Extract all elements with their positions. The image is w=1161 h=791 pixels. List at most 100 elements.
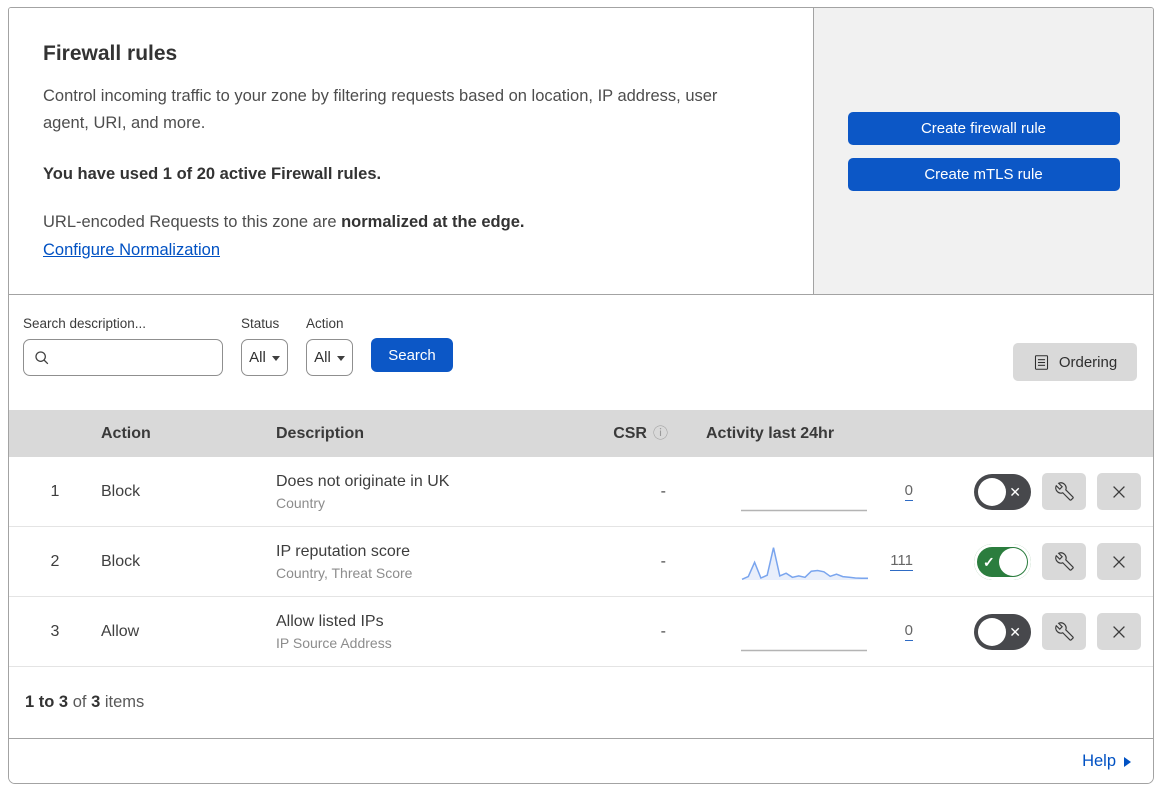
intro-section: Firewall rules Control incoming traffic … [9,8,1153,295]
arrow-right-icon [1124,757,1131,767]
rule-activity-cell: 111 [668,542,913,582]
toggle-knob [978,477,1006,506]
page-description: Control incoming traffic to your zone by… [43,87,718,132]
ordering-button-label: Ordering [1058,353,1118,371]
normalization-text: URL-encoded Requests to this zone are no… [43,213,773,232]
rule-action: Block [101,552,141,570]
table-row: 2 Block IP reputation score Country, Thr… [9,527,1153,597]
csr-column-header: CSR ⓘ [613,424,668,442]
usage-summary: You have used 1 of 20 active Firewall ru… [43,165,382,184]
action-filter-group: Action All [306,316,353,376]
filter-bar: Search description... Status All Action … [9,295,1153,410]
items-label: items [104,693,145,711]
rule-description: IP reputation score [276,542,411,560]
action-column-header: Action [101,424,151,442]
activity-count-link[interactable]: 111 [890,552,913,571]
items-range: 1 to 3 [25,693,69,711]
close-icon [1113,625,1125,638]
close-icon [1113,555,1125,568]
chevron-down-icon [271,355,280,361]
description-column-header: Description [276,424,365,442]
activity-sparkline [741,509,867,511]
rule-fields: IP Source Address [276,634,392,651]
normalization-bold: normalized at the edge. [341,213,525,232]
search-label: Search description... [23,316,147,331]
activity-sparkline [741,547,868,580]
rule-description-cell: IP reputation score Country, Threat Scor… [276,543,596,581]
rule-action: Allow [101,622,140,640]
rule-controls: ✓ ✕ [913,543,1153,580]
of-label: of [72,693,87,711]
help-link[interactable]: Help [1082,752,1116,771]
actions-panel: Create firewall rule Create mTLS rule [814,8,1153,294]
rule-action: Block [101,482,141,500]
rule-csr-value: - [660,482,666,500]
rule-description: Allow listed IPs [276,612,384,630]
action-label: Action [306,316,344,331]
edit-rule-button[interactable] [1042,473,1086,510]
delete-rule-button[interactable] [1097,473,1141,510]
status-filter-group: Status All [241,316,288,376]
page-title: Firewall rules [43,42,178,65]
delete-rule-button[interactable] [1097,543,1141,580]
ordering-button[interactable]: Ordering [1013,343,1137,381]
toggle-knob [978,617,1006,646]
activity-count-link[interactable]: 0 [904,482,913,501]
wrench-icon [1054,622,1074,641]
table-row: 3 Allow Allow listed IPs IP Source Addre… [9,597,1153,667]
configure-normalization-link[interactable]: Configure Normalization [43,241,220,259]
ordering-list-icon [1034,354,1048,370]
edit-rule-button[interactable] [1042,613,1086,650]
rule-enabled-toggle[interactable]: ✓ ✕ [974,473,1031,510]
table-header: Action Description CSR ⓘ Activity last 2… [9,410,1153,457]
toggle-knob [999,547,1027,576]
rule-fields: Country [276,494,326,511]
search-input-box[interactable] [23,339,223,376]
table-row: 1 Block Does not originate in UK Country… [9,457,1153,527]
normalization-prefix: URL-encoded Requests to this zone are [43,213,342,232]
action-selected-value: All [314,349,331,366]
rule-fields: Country, Threat Score [276,564,413,581]
intro-text-panel: Firewall rules Control incoming traffic … [9,8,814,294]
rule-enabled-toggle[interactable]: ✓ ✕ [974,613,1031,650]
rule-index: 1 [50,482,60,500]
check-icon: ✓ [983,553,995,570]
rule-activity-cell: 0 [668,472,913,512]
create-firewall-rule-button[interactable]: Create firewall rule [847,111,1120,145]
search-description-input[interactable] [51,348,213,367]
activity-sparkline [741,649,867,651]
rule-controls: ✓ ✕ [913,613,1153,650]
search-field-group: Search description... [23,316,223,376]
wrench-icon [1054,482,1074,501]
rule-description: Does not originate in UK [276,472,450,490]
rule-controls: ✓ ✕ [913,473,1153,510]
items-total: 3 [91,693,101,711]
rule-description-cell: Allow listed IPs IP Source Address [276,613,596,651]
rule-index: 2 [50,552,60,570]
x-icon: ✕ [1009,623,1021,640]
search-button[interactable]: Search [371,338,453,372]
search-icon [35,350,49,364]
rule-activity-cell: 0 [668,612,913,652]
rule-csr-value: - [660,622,666,640]
activity-count-link[interactable]: 0 [904,622,913,641]
info-icon[interactable]: ⓘ [653,426,668,441]
status-selected-value: All [249,349,266,366]
create-mtls-rule-button[interactable]: Create mTLS rule [847,157,1120,191]
status-label: Status [241,316,280,331]
close-icon [1113,485,1125,498]
pagination-summary: 1 to 3 of 3 items [9,667,1153,739]
rule-csr-value: - [660,552,666,570]
rule-description-cell: Does not originate in UK Country [276,473,596,511]
chevron-down-icon [336,355,345,361]
delete-rule-button[interactable] [1097,613,1141,650]
x-icon: ✕ [1009,483,1021,500]
help-bar: Help [9,739,1153,783]
activity-column-header: Activity last 24hr [706,424,835,442]
firewall-rules-card: Firewall rules Control incoming traffic … [8,7,1154,784]
action-dropdown[interactable]: All [306,339,353,376]
wrench-icon [1054,552,1074,571]
rule-enabled-toggle[interactable]: ✓ ✕ [974,543,1031,580]
status-dropdown[interactable]: All [241,339,288,376]
edit-rule-button[interactable] [1042,543,1086,580]
